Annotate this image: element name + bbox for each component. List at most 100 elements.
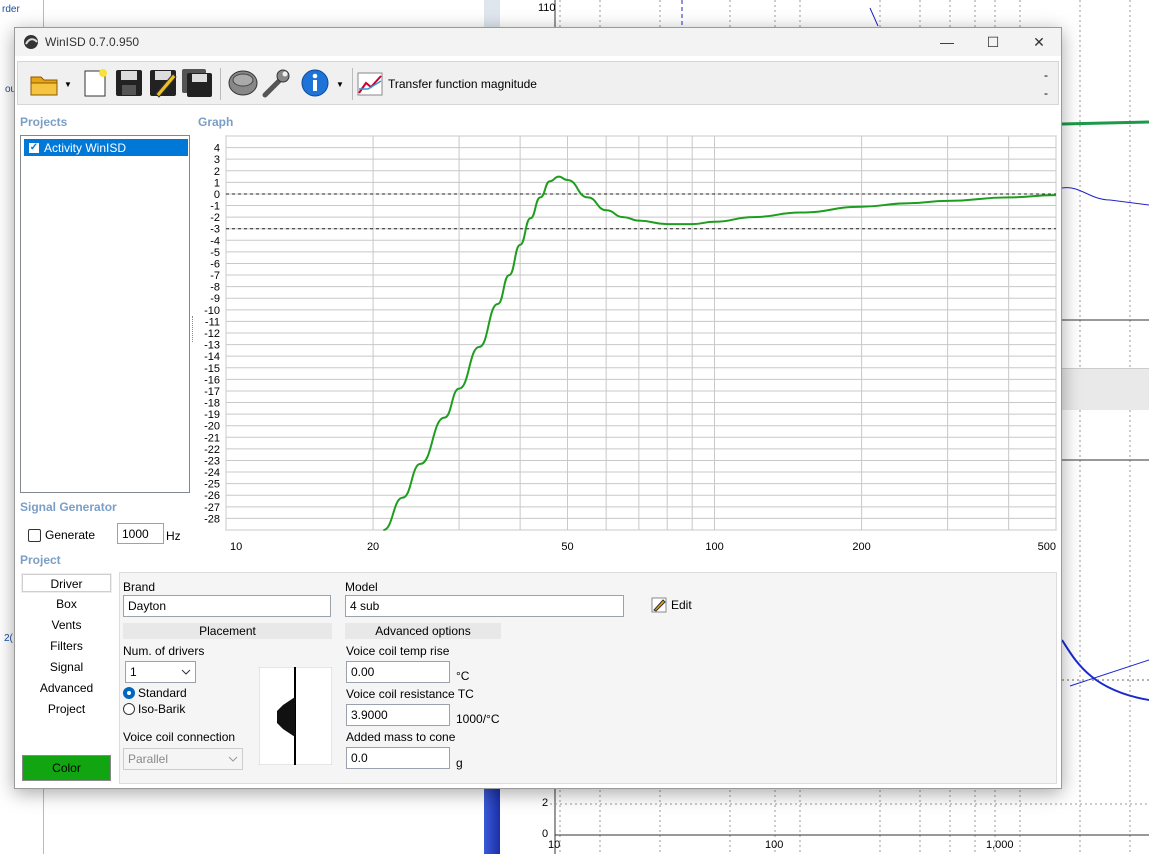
driver-icon[interactable] [226,66,260,100]
nav-signal[interactable]: Signal [22,658,111,676]
nav-filters[interactable]: Filters [22,637,111,655]
chart-y-tick-label: 0 [214,189,220,201]
chart-y-tick-label: -27 [204,502,220,514]
model-input[interactable]: 4 sub [345,595,624,617]
chart-y-tick-label: -4 [210,235,220,247]
num-drivers-value: 1 [130,665,137,679]
color-button[interactable]: Color [22,755,111,781]
transfer-function-chart[interactable]: 43210-1-2-3-4-5-6-7-8-9-10-11-12-13-14-1… [198,132,1060,552]
close-button[interactable]: ✕ [1016,28,1062,56]
save-icon[interactable] [112,66,146,100]
chart-y-tick-label: 1 [214,177,220,189]
chart-x-tick-label: 10 [230,541,242,552]
project-item[interactable]: ✓ Activity WinISD [24,139,188,156]
nav-advanced[interactable]: Advanced [22,679,111,697]
standard-label: Standard [138,686,187,700]
driver-panel: Brand Dayton Model 4 sub Edit Placement … [119,572,1057,784]
new-document-icon[interactable] [78,66,112,100]
vc-temp-rise-label: Voice coil temp rise [346,644,450,658]
background-panel-strip [1062,368,1149,410]
project-checkbox[interactable]: ✓ [28,141,40,154]
projects-list[interactable]: ✓ Activity WinISD [20,135,190,493]
standard-radio[interactable]: Standard [123,686,187,700]
radio-indicator [123,687,135,699]
toolbar-dash: - [1044,68,1048,82]
chart-y-tick-label: -3 [210,224,220,236]
brand-label: Brand [123,580,156,594]
open-folder-icon[interactable] [28,66,62,100]
chart-y-tick-label: -26 [204,490,220,502]
edit-icon[interactable] [146,66,180,100]
added-mass-input[interactable]: 0.0 [346,747,450,769]
signal-generator-heading: Signal Generator [20,500,117,514]
vc-temp-rise-input[interactable]: 0.00 [346,661,450,683]
toolbar-separator [352,68,353,100]
chart-y-tick-label: -25 [204,479,220,491]
save-all-icon[interactable] [180,66,214,100]
chart-y-tick-label: -10 [204,305,220,317]
chevron-down-icon[interactable]: ▼ [336,80,344,89]
chart-y-tick-label: -7 [210,270,220,282]
voice-coil-connection-select[interactable]: Parallel [123,748,243,770]
chart-y-tick-label: -28 [204,513,220,525]
frequency-unit: Hz [166,529,181,543]
chart-y-tick-label: -15 [204,363,220,375]
nav-driver[interactable]: Driver [22,574,111,592]
vc-resistance-tc-input[interactable]: 3.9000 [346,704,450,726]
nav-vents[interactable]: Vents [22,616,111,634]
chevron-down-icon [181,669,191,675]
chart-y-tick-label: -8 [210,282,220,294]
chart-y-tick-label: -1 [210,201,220,213]
title-bar[interactable]: WinISD 0.7.0.950 — ☐ ✕ [15,28,1061,56]
graph-selector[interactable]: Transfer function magnitude [356,70,537,98]
chart-x-tick-label: 20 [367,541,379,552]
chart-y-tick-label: -9 [210,293,220,305]
nav-box[interactable]: Box [22,595,111,613]
background-divider [484,0,500,30]
frequency-input[interactable]: 1000 [117,523,164,544]
chart-y-tick-label: 4 [214,143,220,155]
color-button-label: Color [52,761,81,775]
num-drivers-select[interactable]: 1 [125,661,196,683]
voice-coil-connection-value: Parallel [128,752,169,766]
wrench-icon[interactable] [260,66,294,100]
maximize-button[interactable]: ☐ [970,28,1016,56]
vc-temp-rise-unit: °C [456,669,470,683]
driver-placement-diagram [259,667,332,765]
added-mass-label: Added mass to cone [346,730,456,744]
generate-checkbox-box[interactable] [28,528,41,542]
pencil-icon [651,597,667,613]
chart-y-tick-label: -12 [204,328,220,340]
info-icon[interactable] [298,66,332,100]
projects-heading: Projects [20,115,68,129]
minimize-button[interactable]: — [924,28,970,56]
splitter-handle[interactable] [192,316,195,342]
chevron-down-icon[interactable]: ▼ [64,80,72,89]
project-heading: Project [20,553,61,567]
chart-y-tick-label: -22 [204,444,220,456]
placement-heading: Placement [123,623,332,639]
edge-text: 2( [4,633,13,644]
background-axis-label: 110 [538,2,556,14]
brand-input[interactable]: Dayton [123,595,331,617]
edit-label: Edit [671,598,692,612]
nav-project[interactable]: Project [22,700,111,718]
chart-x-tick-label: 200 [852,541,870,552]
edit-button[interactable]: Edit [651,597,692,613]
chart-y-tick-label: -13 [204,340,220,352]
vc-resistance-tc-label: Voice coil resistance TC [346,687,474,701]
isobarik-radio[interactable]: Iso-Barik [123,702,185,716]
graph-selector-label: Transfer function magnitude [388,77,537,91]
generate-checkbox[interactable]: Generate [28,528,95,542]
app-logo-icon [24,35,38,49]
graph-heading: Graph [198,115,234,129]
toolbar: ▼ ▼ Transfer function magnitude - - [17,61,1059,105]
chart-y-tick-label: -18 [204,398,220,410]
chart-y-tick-label: -6 [210,258,220,270]
background-axis-label: 1,000 [986,839,1014,851]
chart-y-tick-label: -16 [204,374,220,386]
vc-resistance-tc-unit: 1000/°C [456,712,500,726]
window-title: WinISD 0.7.0.950 [45,35,140,49]
chart-y-tick-label: -17 [204,386,220,398]
edge-text: rder [2,4,20,15]
